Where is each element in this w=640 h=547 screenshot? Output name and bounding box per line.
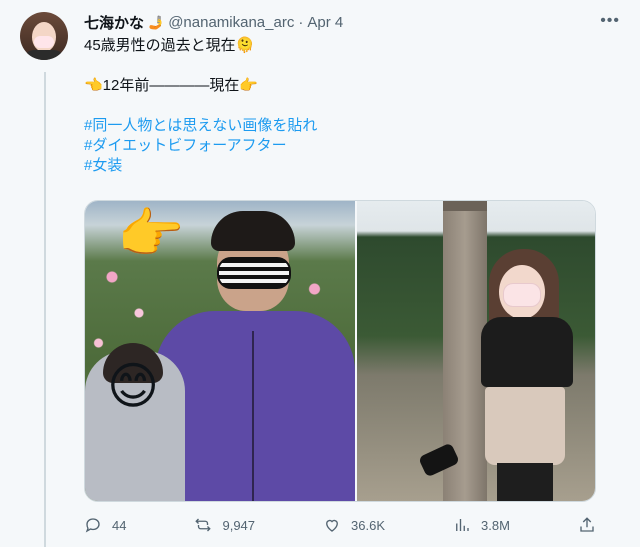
share-button[interactable] <box>578 516 596 534</box>
like-count: 36.6K <box>351 517 386 533</box>
avatar[interactable] <box>20 12 68 60</box>
like-button[interactable]: 36.6K <box>323 516 385 534</box>
woman-skirt <box>485 387 565 465</box>
tweet-text-line: 👈12年前————現在👉 <box>84 77 259 94</box>
smiling-face-emoji: 😊 <box>107 358 160 414</box>
woman-mask <box>503 283 541 307</box>
action-bar: 44 9,947 36.6K 3.8M <box>84 516 596 534</box>
like-icon <box>326 519 338 532</box>
view-count: 3.8M <box>481 517 510 533</box>
after-photo[interactable] <box>357 201 595 501</box>
jacket-zipper <box>252 331 254 501</box>
tweet-date[interactable]: Apr 4 <box>307 14 343 31</box>
tweet-header: 七海かな 🤳 @nanamikana_arc · Apr 4 <box>84 12 343 33</box>
man-jacket <box>155 311 355 501</box>
name-emoji: 🤳 <box>148 14 165 30</box>
hashtag-link[interactable]: #女装 <box>84 156 604 176</box>
thread-line <box>44 72 46 547</box>
pointing-hand-emoji: 👉 <box>117 204 185 264</box>
before-photo[interactable]: 👉 😊 <box>85 201 355 501</box>
reply-button[interactable]: 44 <box>84 516 126 534</box>
hashtag-link[interactable]: #ダイエットビフォーアフター <box>84 136 604 156</box>
hashtag-link[interactable]: #同一人物とは思えない画像を貼れ <box>84 116 604 136</box>
share-icon <box>580 517 594 532</box>
woman-blouse <box>481 317 573 387</box>
views-button[interactable]: 3.8M <box>453 516 510 534</box>
reply-icon <box>85 518 100 533</box>
separator-dot: · <box>298 14 304 31</box>
display-name[interactable]: 七海かな <box>84 12 144 33</box>
reply-count: 44 <box>112 517 127 533</box>
tweet-text: 45歳男性の過去と現在🫠 👈12年前————現在👉 #同一人物とは思えない画像を… <box>84 36 604 176</box>
avatar-mask <box>34 36 54 48</box>
woman-legs <box>497 463 553 501</box>
tweet-media: 👉 😊 <box>84 200 596 502</box>
retweet-icon <box>195 518 212 532</box>
shutter-shades-icon <box>217 257 291 289</box>
pole-top <box>443 201 487 211</box>
avatar-shirt <box>24 50 64 60</box>
views-icon <box>456 519 469 531</box>
retweet-count: 9,947 <box>222 517 256 533</box>
man-hair <box>211 211 295 251</box>
tweet-text-line: 45歳男性の過去と現在🫠 <box>84 37 255 54</box>
more-icon[interactable]: ••• <box>600 12 620 30</box>
user-handle[interactable]: @nanamikana_arc <box>168 14 294 31</box>
retweet-button[interactable]: 9,947 <box>194 516 255 534</box>
